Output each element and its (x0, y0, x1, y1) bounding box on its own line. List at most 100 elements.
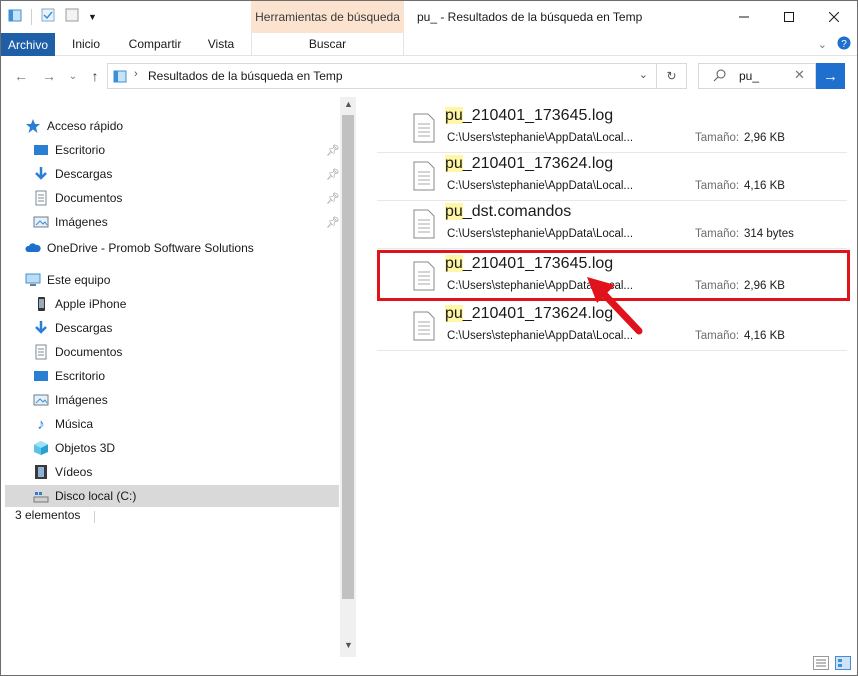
nav-label: Acceso rápido (47, 119, 124, 133)
nav-label: Vídeos (55, 465, 93, 479)
pin-icon[interactable]: 📌︎ (326, 168, 340, 181)
refresh-icon: ↻ (666, 69, 677, 83)
status-divider (94, 511, 95, 523)
nav-item-disco-local[interactable]: Disco local (C:) (5, 485, 339, 507)
tab-inicio[interactable]: Inicio (63, 33, 109, 55)
cloud-icon (25, 240, 41, 256)
match-highlight: pu (445, 203, 463, 220)
file-path: C:\Users\stephanie\AppData\Local... (447, 132, 634, 144)
back-arrow-icon[interactable]: ← (11, 66, 31, 86)
desktop-icon (33, 368, 49, 384)
nav-label: Documentos (55, 191, 123, 205)
size-label: Tamaño: (695, 228, 740, 240)
scroll-up-icon[interactable]: ▲ (344, 99, 353, 109)
file-path: C:\Users\stephanie\AppData\Local... (447, 228, 634, 240)
nav-label: Disco local (C:) (55, 489, 137, 503)
nav-item-objetos-3d[interactable]: Objetos 3D (33, 437, 115, 459)
nav-label: Imágenes (55, 215, 108, 229)
tab-buscar[interactable]: Buscar (251, 33, 404, 55)
chevron-down-icon[interactable]: ⌄ (818, 38, 827, 51)
file-name-rest: _210401_173645.log (462, 107, 614, 124)
nav-item-musica[interactable]: ♪ Música (33, 413, 93, 435)
desktop-icon (33, 142, 49, 158)
ribbon-controls: ⌄ ? (818, 36, 851, 53)
file-size: 314 bytes (744, 228, 794, 240)
nav-item-onedrive[interactable]: OneDrive - Promob Software Solutions (25, 237, 254, 259)
nav-item-apple-iphone[interactable]: Apple iPhone (33, 293, 126, 315)
result-item[interactable]: pu_dst.comandos C:\Users\stephanie\AppDa… (377, 201, 847, 249)
file-name: pu_210401_173624.log (445, 155, 613, 173)
breadcrumb-separator-icon[interactable]: › (134, 68, 138, 80)
nav-label: Música (55, 417, 94, 431)
recent-locations-chevron-icon[interactable]: ⌄ (63, 66, 83, 86)
search-tools-context-label: Herramientas de búsqueda (251, 1, 404, 33)
nav-item-descargas-quick[interactable]: Descargas (33, 163, 112, 185)
nav-item-escritorio[interactable]: Escritorio (33, 365, 105, 387)
minimize-button[interactable] (721, 1, 767, 33)
tab-archivo[interactable]: Archivo (1, 33, 55, 56)
nav-item-descargas[interactable]: Descargas (33, 317, 112, 339)
properties-icon[interactable] (40, 7, 56, 26)
address-row: ← → ⌄ ↑ › Resultados de la búsqueda en T… (1, 57, 857, 95)
details-view-icon[interactable] (813, 656, 829, 673)
cube-3d-icon (33, 440, 49, 456)
nav-item-videos[interactable]: Vídeos (33, 461, 92, 483)
nav-item-acceso-rapido[interactable]: Acceso rápido (25, 115, 123, 137)
nav-item-imagenes[interactable]: Imágenes (33, 389, 108, 411)
folder-app-icon (7, 7, 23, 26)
nav-label: Descargas (55, 321, 113, 335)
nav-item-documentos-quick[interactable]: Documentos (33, 187, 122, 209)
tab-vista[interactable]: Vista (197, 33, 245, 55)
nav-item-escritorio-quick[interactable]: Escritorio (33, 139, 105, 161)
window-title: pu_ - Resultados de la búsqueda en Temp (417, 10, 643, 24)
close-button[interactable] (811, 1, 857, 33)
file-size: 4,16 KB (744, 330, 785, 342)
size-label: Tamaño: (695, 180, 740, 192)
search-input[interactable]: pu_ ✕ (698, 63, 816, 89)
red-arrow-annotation-icon (587, 277, 643, 335)
clear-search-icon[interactable]: ✕ (794, 67, 805, 83)
explorer-window: ▼ Herramientas de búsqueda pu_ - Resulta… (0, 0, 858, 676)
size-label: Tamaño: (695, 330, 740, 342)
download-icon (33, 166, 49, 182)
new-folder-icon[interactable] (64, 7, 80, 26)
film-icon (33, 464, 49, 480)
size-label: Tamaño: (695, 132, 740, 144)
arrow-right-icon: → (823, 67, 838, 85)
documents-icon (33, 190, 49, 206)
nav-label: Escritorio (55, 143, 106, 157)
forward-arrow-icon[interactable]: → (39, 66, 59, 86)
nav-label: Este equipo (47, 273, 111, 287)
search-results-folder-icon (112, 68, 128, 87)
breadcrumb[interactable]: Resultados de la búsqueda en Temp (148, 69, 343, 83)
tiles-view-icon[interactable] (835, 656, 851, 673)
nav-label: Apple iPhone (55, 297, 127, 311)
maximize-button[interactable] (766, 1, 812, 33)
text-file-icon (413, 311, 435, 341)
up-arrow-icon[interactable]: ↑ (85, 66, 105, 86)
refresh-button[interactable]: ↻ (657, 63, 687, 89)
drive-icon (33, 488, 49, 504)
result-item[interactable]: pu_210401_173645.log C:\Users\stephanie\… (377, 105, 847, 153)
customize-toolbar-icon[interactable]: ▼ (88, 12, 97, 22)
nav-item-documentos[interactable]: Documentos (33, 341, 122, 363)
nav-scrollbar[interactable]: ▲ ▼ (340, 97, 356, 657)
result-item[interactable]: pu_210401_173624.log C:\Users\stephanie\… (377, 153, 847, 201)
address-dropdown-icon[interactable]: ⌄ (639, 68, 648, 81)
match-highlight: pu (445, 107, 463, 124)
pin-icon[interactable]: 📌︎ (326, 216, 340, 229)
file-name-rest: _210401_173624.log (462, 155, 614, 172)
text-file-icon (413, 209, 435, 239)
tab-compartir[interactable]: Compartir (119, 33, 191, 55)
nav-item-imagenes-quick[interactable]: Imágenes (33, 211, 108, 233)
search-go-button[interactable]: → (816, 63, 845, 89)
search-query-text: pu_ (739, 69, 760, 83)
pin-icon[interactable]: 📌︎ (326, 144, 340, 157)
scroll-thumb[interactable] (342, 115, 354, 599)
download-icon (33, 320, 49, 336)
scroll-down-icon[interactable]: ▼ (344, 640, 353, 650)
address-bar[interactable]: › Resultados de la búsqueda en Temp ⌄ (107, 63, 657, 89)
pin-icon[interactable]: 📌︎ (326, 192, 340, 205)
nav-item-este-equipo[interactable]: Este equipo (25, 269, 110, 291)
help-icon[interactable]: ? (837, 36, 851, 53)
